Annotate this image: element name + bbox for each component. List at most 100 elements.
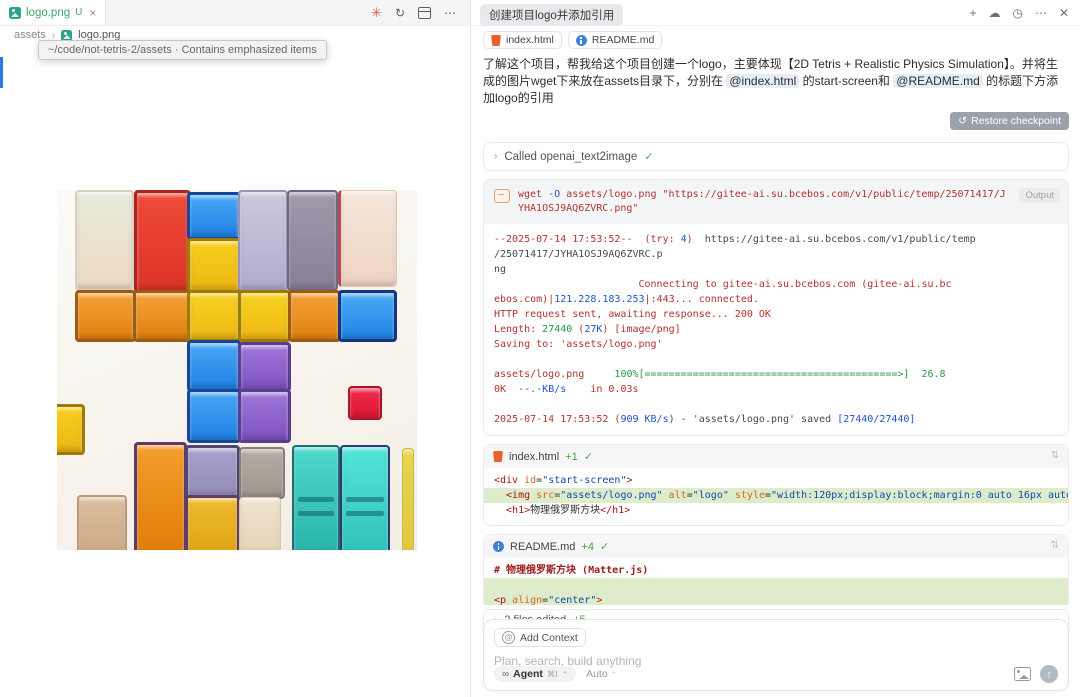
tab-close-icon[interactable]: ×	[89, 6, 96, 20]
tool-call-row[interactable]: › Called openai_text2image ✓	[483, 142, 1069, 171]
tetris-block	[338, 190, 397, 287]
image-file-icon	[9, 7, 21, 19]
tetris-block	[187, 389, 241, 443]
send-button[interactable]: ↑	[1040, 665, 1058, 683]
diff-card-index-html: index.html +1 ✓ ⇅ <div id="start-screen"…	[483, 444, 1069, 526]
success-check-icon: ✓	[584, 450, 593, 463]
tetris-block	[185, 495, 240, 550]
terminal-line: assets/logo.png 100%[===================…	[494, 367, 1058, 382]
more-icon[interactable]: ⋯	[1035, 6, 1047, 20]
markdown-file-icon	[493, 541, 504, 552]
editor-pane: logo.png U × ✳ ↻ ⋯ assets › logo.png ~/c…	[0, 0, 470, 697]
context-chips: index.html README.md	[483, 31, 1069, 49]
block-stripe	[346, 497, 384, 502]
infinity-icon: ∞	[502, 669, 509, 680]
tetris-block	[340, 445, 390, 550]
block-stripe	[298, 497, 334, 502]
user-message: 了解这个项目，帮我给这个项目创建一个logo，主要体现【2D Tetris + …	[483, 56, 1069, 107]
history-icon[interactable]: ◷	[1012, 6, 1022, 20]
ai-sparkle-icon[interactable]: ✳	[371, 5, 382, 21]
agent-mode-selector[interactable]: ∞ Agent ⌘I ⌃	[494, 666, 576, 682]
collapse-icon[interactable]: ⇅	[1051, 450, 1059, 461]
tetris-block	[238, 389, 291, 443]
app-window: { "colors":{"accent_green":"#3fa36f","ad…	[0, 0, 1080, 697]
diff-header[interactable]: README.md +4 ✓ ⇅	[484, 535, 1068, 558]
added-count: +4	[581, 541, 594, 553]
tetris-block	[292, 445, 340, 550]
terminal-line: Connecting to gitee-ai.su.bcebos.com (gi…	[494, 277, 1058, 292]
editor-tabbar: logo.png U × ✳ ↻ ⋯	[0, 0, 470, 26]
terminal-line	[494, 352, 1058, 367]
code-line: <h1>物理俄罗斯方块</h1>	[484, 503, 1068, 518]
restore-checkpoint-button[interactable]: ↺ Restore checkpoint	[950, 112, 1069, 130]
html-file-icon	[493, 451, 503, 462]
composer-actions: ↑	[1014, 665, 1058, 683]
tetris-block	[238, 190, 288, 291]
output-badge[interactable]: Output	[1019, 188, 1060, 203]
chat-messages: index.html README.md 了解这个项目，帮我给这个项目创建一个lo…	[483, 25, 1069, 605]
collapse-icon[interactable]: ⇅	[1051, 540, 1059, 551]
shortcut-hint: ⌘I	[547, 669, 558, 680]
tetris-block	[402, 448, 414, 550]
more-actions-icon[interactable]: ⋯	[444, 6, 456, 20]
logo-image-preview	[57, 190, 417, 550]
success-check-icon: ✓	[600, 540, 609, 553]
file-chip-README.md[interactable]: README.md	[568, 31, 662, 49]
block-stripe	[298, 511, 334, 516]
editor-actions: ✳ ↻ ⋯	[371, 0, 456, 25]
block-stripe	[346, 511, 384, 516]
tetris-block	[57, 404, 85, 455]
restore-icon: ↺	[958, 115, 967, 127]
tetris-block	[187, 340, 241, 392]
html-file-icon	[491, 35, 501, 46]
tetris-block	[187, 290, 241, 342]
untracked-badge: U	[75, 7, 82, 18]
diff-card-readme-md: README.md +4 ✓ ⇅ # 物理俄罗斯方块 (Matter.js) <…	[483, 534, 1069, 605]
tab-label: logo.png	[26, 7, 70, 19]
tetris-block	[239, 497, 281, 550]
code-line: # 物理俄罗斯方块 (Matter.js)	[484, 563, 1068, 578]
file-chip-index.html[interactable]: index.html	[483, 31, 562, 49]
chevron-icon: ⌃	[562, 670, 568, 679]
tab-logo-png[interactable]: logo.png U ×	[0, 0, 106, 25]
tetris-block	[288, 290, 341, 342]
md-file-icon	[576, 35, 587, 46]
tetris-block	[134, 190, 191, 293]
active-indicator	[0, 57, 3, 88]
tetris-block	[238, 342, 291, 392]
tetris-block	[348, 386, 382, 420]
cloud-icon[interactable]: ☁	[988, 6, 1000, 20]
terminal-line: Saving to: 'assets/logo.png'	[494, 337, 1058, 352]
tetris-block	[338, 290, 397, 342]
tetris-block	[134, 442, 187, 550]
reload-icon[interactable]: ↻	[395, 6, 405, 20]
tetris-block	[287, 190, 338, 291]
tetris-block	[187, 192, 241, 240]
attach-image-icon[interactable]	[1014, 667, 1031, 681]
code-line: <p align="center">	[484, 593, 1068, 605]
tetris-block	[185, 445, 240, 499]
close-icon[interactable]: ✕	[1059, 6, 1069, 20]
terminal-command: wget -O assets/logo.png "https://gitee-a…	[518, 188, 1058, 216]
terminal-line: /25071417/JYHA1OSJ9AQ6ZVRC.p	[494, 247, 1058, 262]
restore-row: ↺ Restore checkpoint	[483, 112, 1069, 130]
diff-header[interactable]: index.html +1 ✓ ⇅	[484, 445, 1068, 468]
model-selector[interactable]: Auto ⌃	[586, 668, 617, 680]
terminal-icon	[494, 189, 510, 203]
tetris-block	[239, 447, 285, 499]
composer: @ Add Context Plan, search, build anythi…	[483, 619, 1069, 691]
chat-session-tab[interactable]: 创建项目logo并添加引用	[480, 4, 623, 26]
new-chat-icon[interactable]: +	[969, 6, 976, 20]
add-context-button[interactable]: @ Add Context	[494, 628, 586, 647]
tetris-block	[77, 495, 127, 550]
breadcrumb-separator: ›	[52, 30, 55, 41]
terminal-line: 2025-07-14 17:53:52 (909 KB/s) - 'assets…	[494, 412, 1058, 427]
terminal-card: wget -O assets/logo.png "https://gitee-a…	[483, 179, 1069, 436]
code-line: <div id="start-screen">	[484, 473, 1068, 488]
code-line: <img src="assets/logo.png" alt="logo" st…	[484, 488, 1068, 503]
file-mention[interactable]: @index.html	[726, 74, 799, 88]
file-mention[interactable]: @README.md	[893, 74, 983, 88]
split-editor-icon[interactable]	[418, 7, 431, 19]
terminal-line: ebos.com)|121.228.183.253|:443... connec…	[494, 292, 1058, 307]
chevron-icon: ⌃	[611, 670, 617, 679]
